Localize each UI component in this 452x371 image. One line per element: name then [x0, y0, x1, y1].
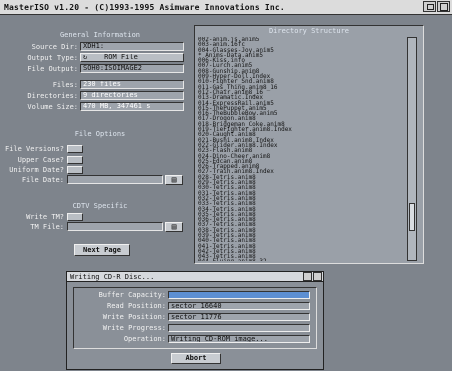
write-position-value: sector 11776: [168, 313, 310, 321]
tm-file-field[interactable]: [67, 222, 163, 231]
volume-size-label: Volume Size:: [27, 103, 78, 111]
operation-label: Operation:: [123, 335, 166, 343]
directory-scrollbar[interactable]: [407, 37, 417, 261]
read-position-label: Read Position:: [106, 302, 166, 310]
output-type-value: ROM File: [104, 53, 138, 61]
read-position-value: sector 16640: [168, 302, 310, 310]
writing-window-title[interactable]: Writing CD-R Disc...: [67, 272, 323, 282]
next-page-button[interactable]: Next Page: [74, 244, 130, 256]
file-output-field[interactable]: SOH0:ISOIMAGE2: [80, 64, 184, 73]
window-title: MasterISO v1.20 - (C)1993-1995 Asimware …: [4, 2, 285, 12]
file-date-label: File Date:: [21, 176, 64, 184]
buffer-capacity-label: Buffer Capacity:: [98, 291, 166, 299]
depth-gadget-icon[interactable]: [423, 1, 436, 12]
uniform-date-checkbox[interactable]: [67, 166, 83, 174]
volume-size-value: 470 MB, 347461 s: [80, 102, 184, 111]
output-type-label: Output Type:: [27, 54, 78, 62]
zoom-gadget-icon[interactable]: [313, 272, 322, 281]
upper-case-checkbox[interactable]: [67, 156, 83, 164]
abort-button[interactable]: Abort: [171, 353, 221, 364]
directories-label: Directories:: [27, 92, 78, 100]
file-date-field[interactable]: [67, 175, 163, 184]
directory-structure-heading: Directory Structure: [268, 27, 350, 35]
write-tm-label: Write TM?: [26, 213, 64, 221]
operation-value: Writing CD-ROM image...: [168, 335, 310, 343]
write-progress-label: Write Progress:: [102, 324, 166, 332]
cdtv-specific-heading: CDTV Specific: [72, 202, 128, 210]
file-versions-label: File Versions?: [4, 145, 64, 153]
window-title-bar[interactable]: MasterISO v1.20 - (C)1993-1995 Asimware …: [0, 0, 452, 15]
files-label: Files:: [52, 81, 78, 89]
source-dir-label: Source Dir:: [31, 43, 78, 51]
calendar-icon[interactable]: ▤: [165, 175, 183, 185]
tm-file-label: TM File:: [30, 223, 64, 231]
write-position-label: Write Position:: [102, 313, 166, 321]
write-progress-bar: [168, 324, 310, 332]
source-dir-field[interactable]: XDH1:: [80, 42, 184, 51]
depth-gadget-icon[interactable]: [303, 272, 312, 281]
buffer-capacity-fill: [169, 292, 309, 298]
files-value: 230 files: [80, 80, 184, 89]
uniform-date-label: Uniform Date?: [9, 166, 64, 174]
directory-structure-panel: Directory Structure 002-anim.js.anim5 00…: [194, 25, 424, 264]
upper-case-label: Upper Case?: [17, 156, 64, 164]
general-information-heading: General Information: [59, 31, 141, 39]
output-type-cycle[interactable]: ↻ ROM File: [80, 53, 184, 62]
file-options-heading: File Options: [74, 130, 126, 138]
writing-status-box: Buffer Capacity: Read Position: sector 1…: [73, 287, 317, 349]
directories-value: 9 directories: [80, 91, 184, 100]
file-output-label: File Output:: [27, 65, 78, 73]
file-versions-checkbox[interactable]: [67, 145, 83, 153]
directory-list[interactable]: 002-anim.js.anim5 003-anim.16fc 004-Glas…: [198, 37, 404, 261]
zoom-gadget-icon[interactable]: [437, 1, 450, 12]
buffer-capacity-bar: [168, 291, 310, 299]
scrollbar-thumb[interactable]: [409, 203, 415, 231]
cycle-icon: ↻: [83, 53, 88, 61]
write-tm-checkbox[interactable]: [67, 213, 83, 221]
file-requester-icon[interactable]: ▤: [165, 222, 183, 232]
directory-entry[interactable]: 044-Flying.anim8_32: [198, 259, 404, 261]
writing-cdr-window: Writing CD-R Disc... Buffer Capacity: Re…: [66, 271, 324, 370]
